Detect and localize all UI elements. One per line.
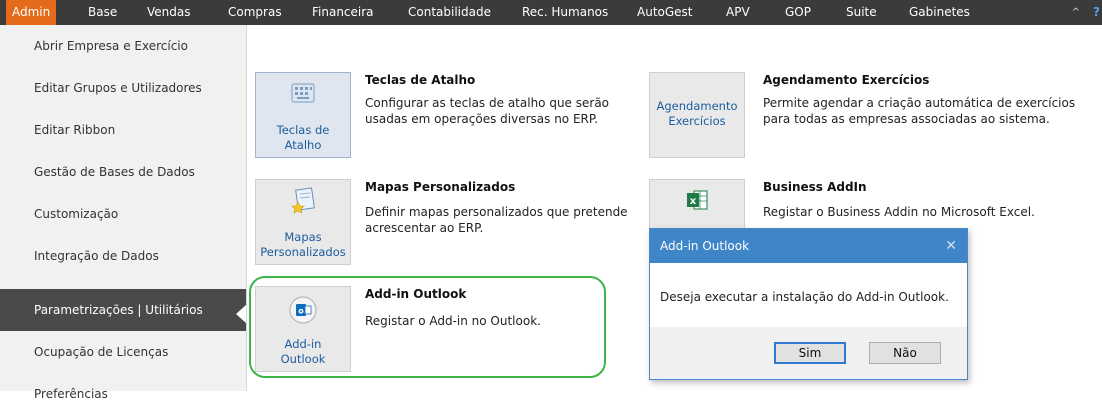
sidebar-item-bases-de-dados[interactable]: Gestão de Bases de Dados — [0, 151, 246, 193]
agendamento-title: Agendamento Exercícios — [763, 73, 930, 87]
addin-outlook-dialog: Add-in Outlook ✕ Deseja executar a insta… — [649, 228, 968, 380]
sidebar-item-customizacao[interactable]: Customização — [0, 193, 246, 235]
teclas-atalho-description: Configurar as teclas de atalho que serão… — [365, 96, 610, 126]
sidebar-item-editar-grupos[interactable]: Editar Grupos e Utilizadores — [0, 67, 246, 109]
excel-icon: x — [685, 188, 709, 215]
mapas-personalizados-button[interactable]: Mapas Personalizados — [255, 179, 351, 265]
business-addin-title: Business AddIn — [763, 180, 867, 194]
sidebar-item-parametrizacoes[interactable]: Parametrizações | Utilitários — [0, 289, 246, 331]
dialog-title-bar: Add-in Outlook ✕ — [650, 229, 967, 263]
agendamento-exercicios-button[interactable]: Agendamento Exercícios — [649, 72, 745, 158]
dialog-footer: Sim Não — [650, 327, 967, 379]
sidebar: Abrir Empresa e Exercício Editar Grupos … — [0, 25, 247, 401]
menu-financeira[interactable]: Financeira — [306, 0, 380, 25]
custom-map-icon — [290, 186, 316, 217]
teclas-atalho-button-label: Teclas de Atalho — [276, 123, 330, 152]
dialog-message: Deseja executar a instalação do Add-in O… — [660, 290, 949, 304]
menu-base[interactable]: Base — [82, 0, 123, 25]
menu-gabinetes[interactable]: Gabinetes — [903, 0, 976, 25]
menu-autogest[interactable]: AutoGest — [631, 0, 699, 25]
mapas-title: Mapas Personalizados — [365, 180, 516, 194]
business-addin-description: Registar o Business Addin no Microsoft E… — [763, 205, 1035, 219]
mapas-button-label: Mapas Personalizados — [260, 230, 346, 259]
sidebar-item-abrir-empresa[interactable]: Abrir Empresa e Exercício — [0, 25, 246, 67]
teclas-atalho-button[interactable]: Teclas de Atalho — [255, 72, 351, 158]
yes-button[interactable]: Sim — [774, 342, 846, 364]
menu-compras[interactable]: Compras — [222, 0, 288, 25]
active-item-pointer — [236, 305, 246, 323]
keyboard-icon — [290, 81, 316, 108]
menu-vendas[interactable]: Vendas — [141, 0, 197, 25]
agendamento-button-label: Agendamento Exercícios — [656, 99, 738, 128]
menu-gop[interactable]: GOP — [779, 0, 817, 25]
menu-rec-humanos[interactable]: Rec. Humanos — [516, 0, 614, 25]
top-menu-bar: Admin Base Vendas Compras Financeira Con… — [0, 0, 1102, 25]
svg-text:x: x — [690, 196, 697, 207]
sidebar-item-licencas[interactable]: Ocupação de Licenças — [0, 331, 246, 373]
no-button[interactable]: Não — [869, 342, 941, 364]
menu-contabilidade[interactable]: Contabilidade — [402, 0, 497, 25]
close-icon[interactable]: ✕ — [945, 229, 957, 263]
sidebar-item-preferencias[interactable]: Preferências — [0, 373, 246, 415]
menu-suite[interactable]: Suite — [840, 0, 883, 25]
highlight-outline — [249, 276, 606, 378]
collapse-ribbon-icon[interactable]: ^ — [1072, 0, 1080, 25]
teclas-atalho-title: Teclas de Atalho — [365, 73, 476, 87]
business-addin-button[interactable]: x — [649, 179, 745, 229]
help-icon[interactable]: ? — [1093, 0, 1100, 25]
sidebar-item-editar-ribbon[interactable]: Editar Ribbon — [0, 109, 246, 151]
sidebar-item-integracao[interactable]: Integração de Dados — [0, 235, 246, 277]
dialog-title: Add-in Outlook — [660, 239, 750, 253]
agendamento-description: Permite agendar a criação automática de … — [763, 96, 1076, 126]
menu-apv[interactable]: APV — [720, 0, 756, 25]
menu-admin[interactable]: Admin — [6, 0, 57, 25]
mapas-description: Definir mapas personalizados que pretend… — [365, 205, 628, 235]
